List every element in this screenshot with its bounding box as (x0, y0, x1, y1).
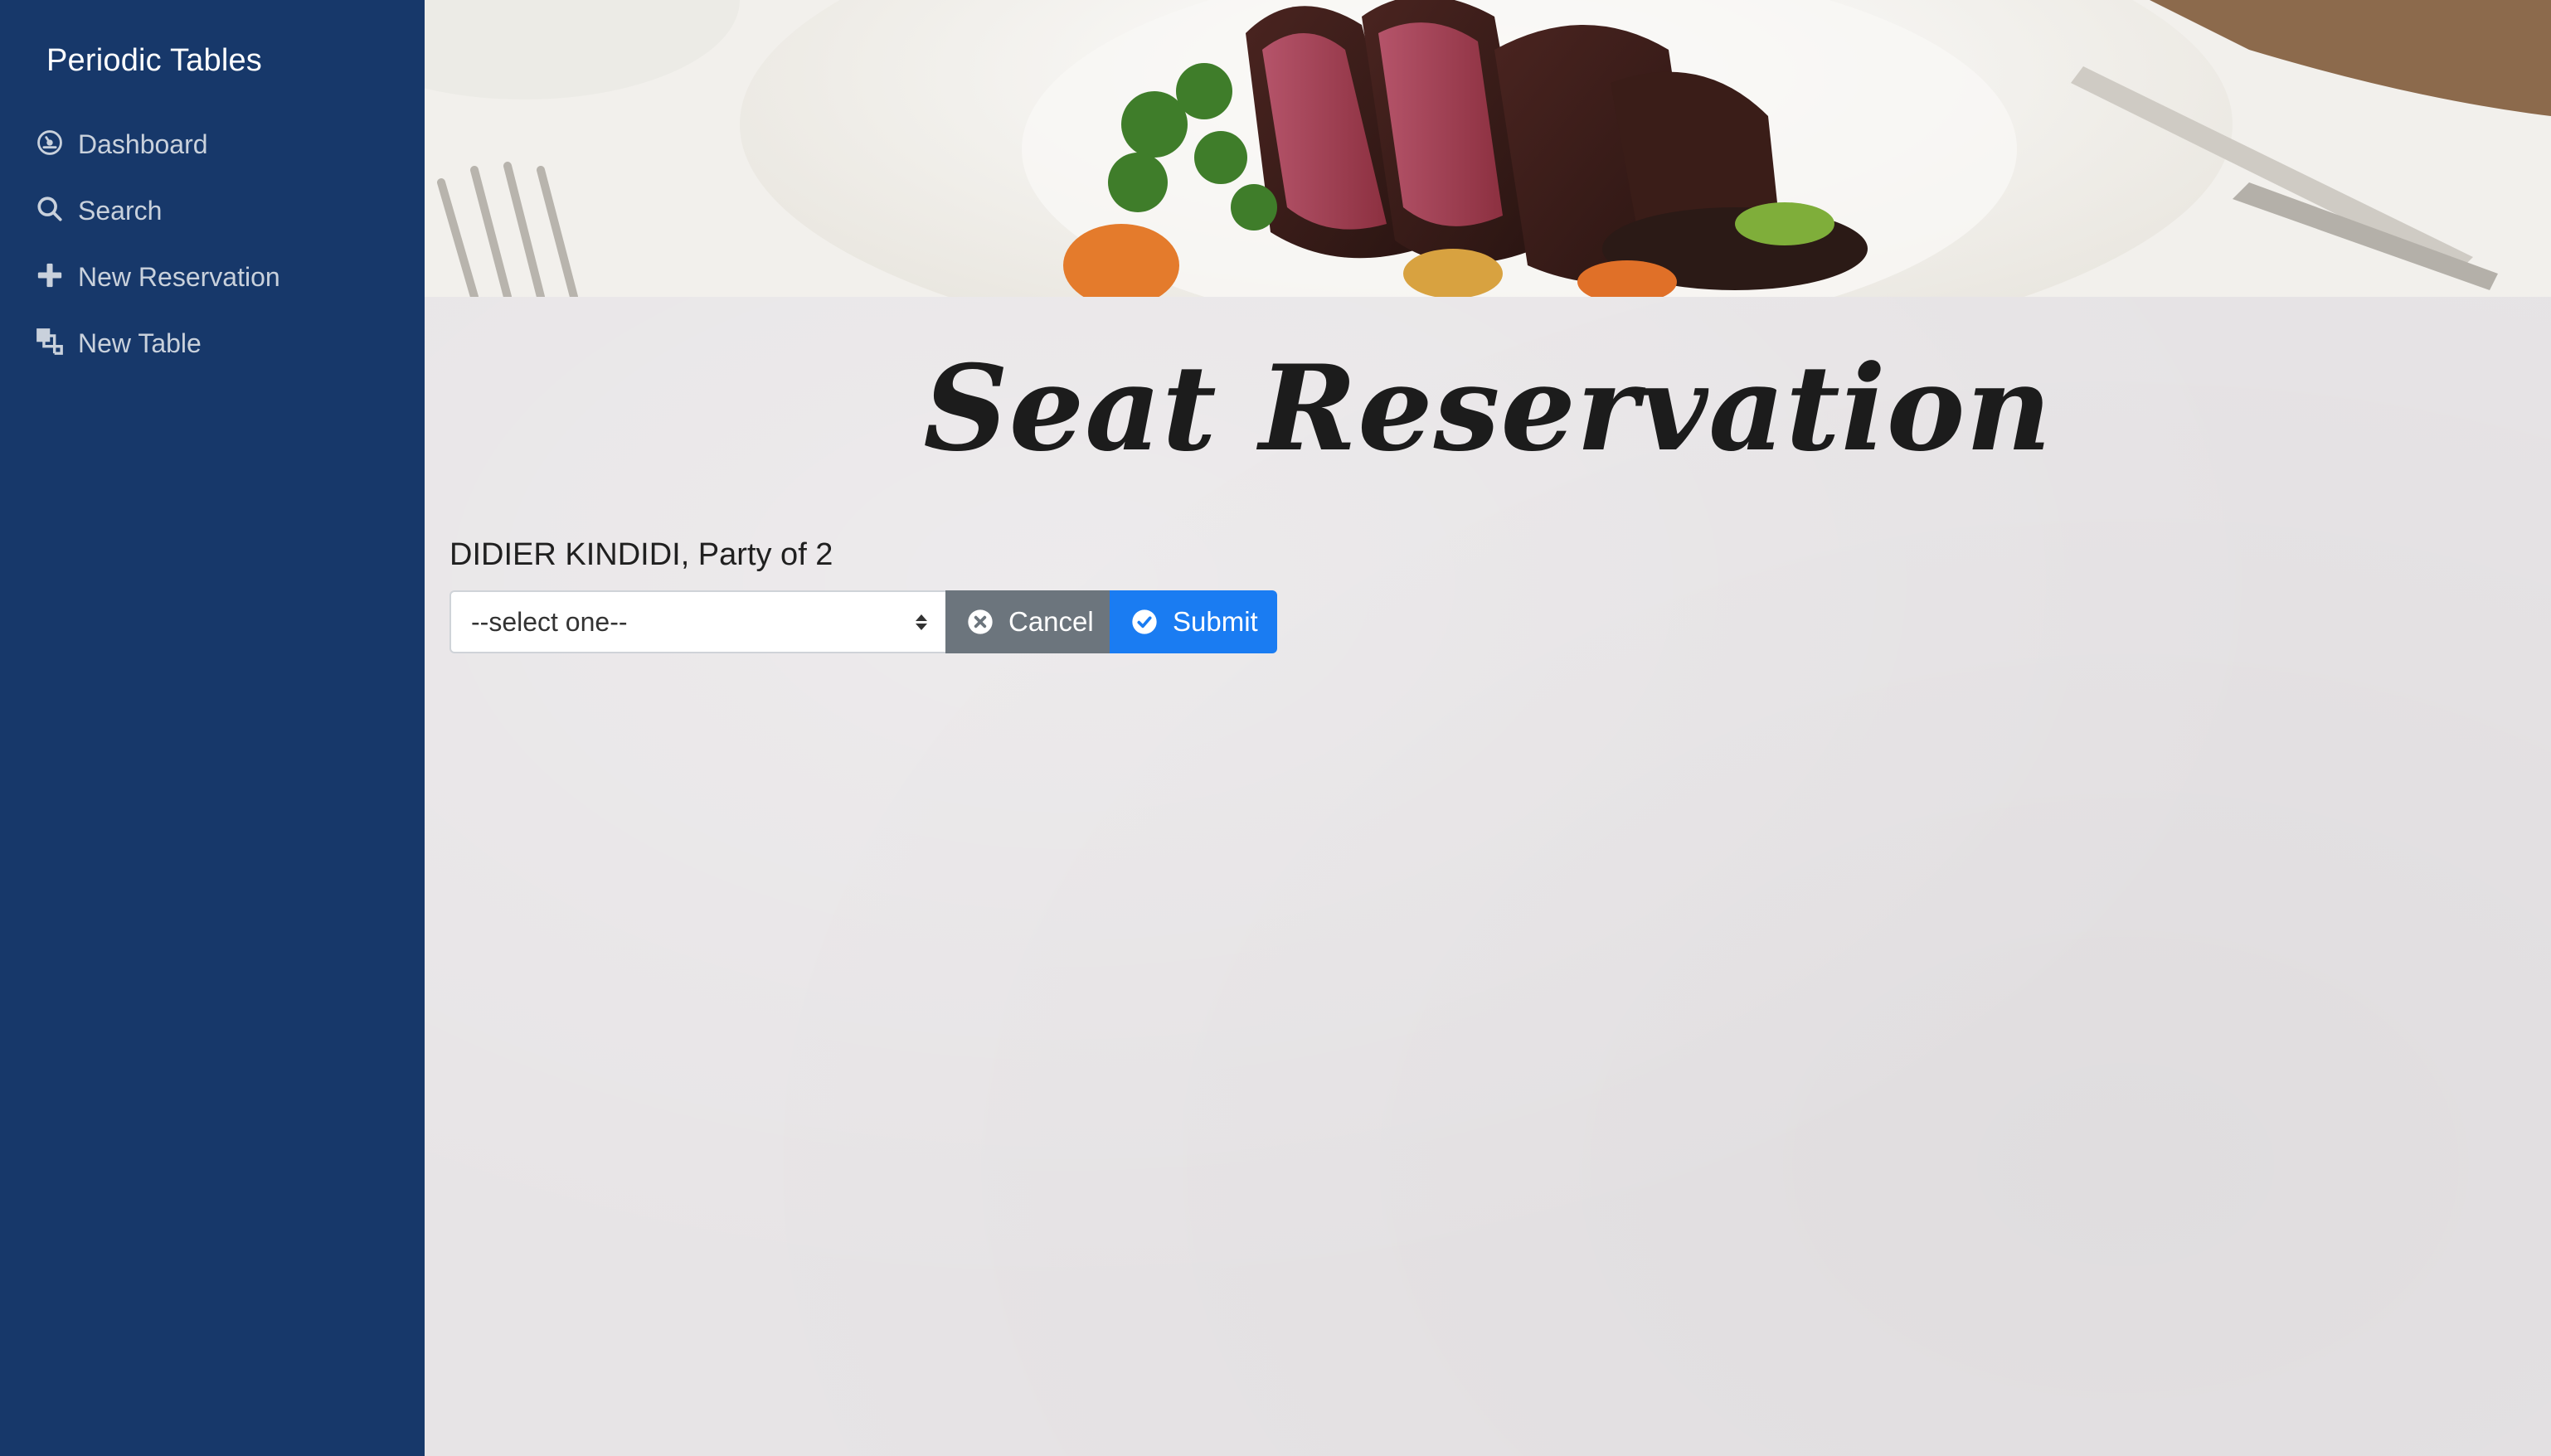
sidebar-item-new-reservation[interactable]: New Reservation (35, 244, 416, 310)
page-title: Seat Reservation (923, 340, 2053, 478)
sidebar-item-dashboard[interactable]: Dashboard (35, 111, 416, 177)
sidebar-item-search[interactable]: Search (35, 177, 416, 244)
reservation-party-info: DIDIER KINDIDI, Party of 2 (449, 537, 833, 572)
search-icon (35, 194, 65, 224)
table-select[interactable]: --select one-- (449, 590, 945, 653)
submit-button[interactable]: Submit (1110, 590, 1277, 653)
dashboard-icon (35, 128, 65, 158)
submit-button-label: Submit (1173, 606, 1258, 637)
sidebar-item-label: New Table (78, 328, 202, 358)
x-circle-icon (967, 609, 994, 635)
select-arrows-icon (914, 614, 929, 630)
seat-form: --select one-- Cancel Submit (449, 590, 1277, 653)
table-layers-icon (35, 327, 65, 357)
hero-food-image (425, 0, 2551, 297)
cancel-button-label: Cancel (1008, 606, 1094, 637)
plus-icon (35, 260, 65, 290)
sidebar: Periodic Tables Dashboard Search New Res… (0, 0, 425, 1456)
brand-title[interactable]: Periodic Tables (46, 43, 262, 79)
sidebar-item-new-table[interactable]: New Table (35, 310, 416, 376)
main-content: Seat Reservation DIDIER KINDIDI, Party o… (425, 0, 2551, 1456)
table-select-value: --select one-- (471, 606, 628, 637)
sidebar-item-label: Search (78, 195, 163, 226)
cancel-button[interactable]: Cancel (945, 590, 1110, 653)
sidebar-item-label: New Reservation (78, 261, 280, 292)
sidebar-nav: Dashboard Search New Reservation New Tab… (35, 111, 416, 376)
food-plate-illustration (425, 0, 2551, 297)
check-circle-icon (1131, 609, 1158, 635)
sidebar-item-label: Dashboard (78, 129, 208, 159)
